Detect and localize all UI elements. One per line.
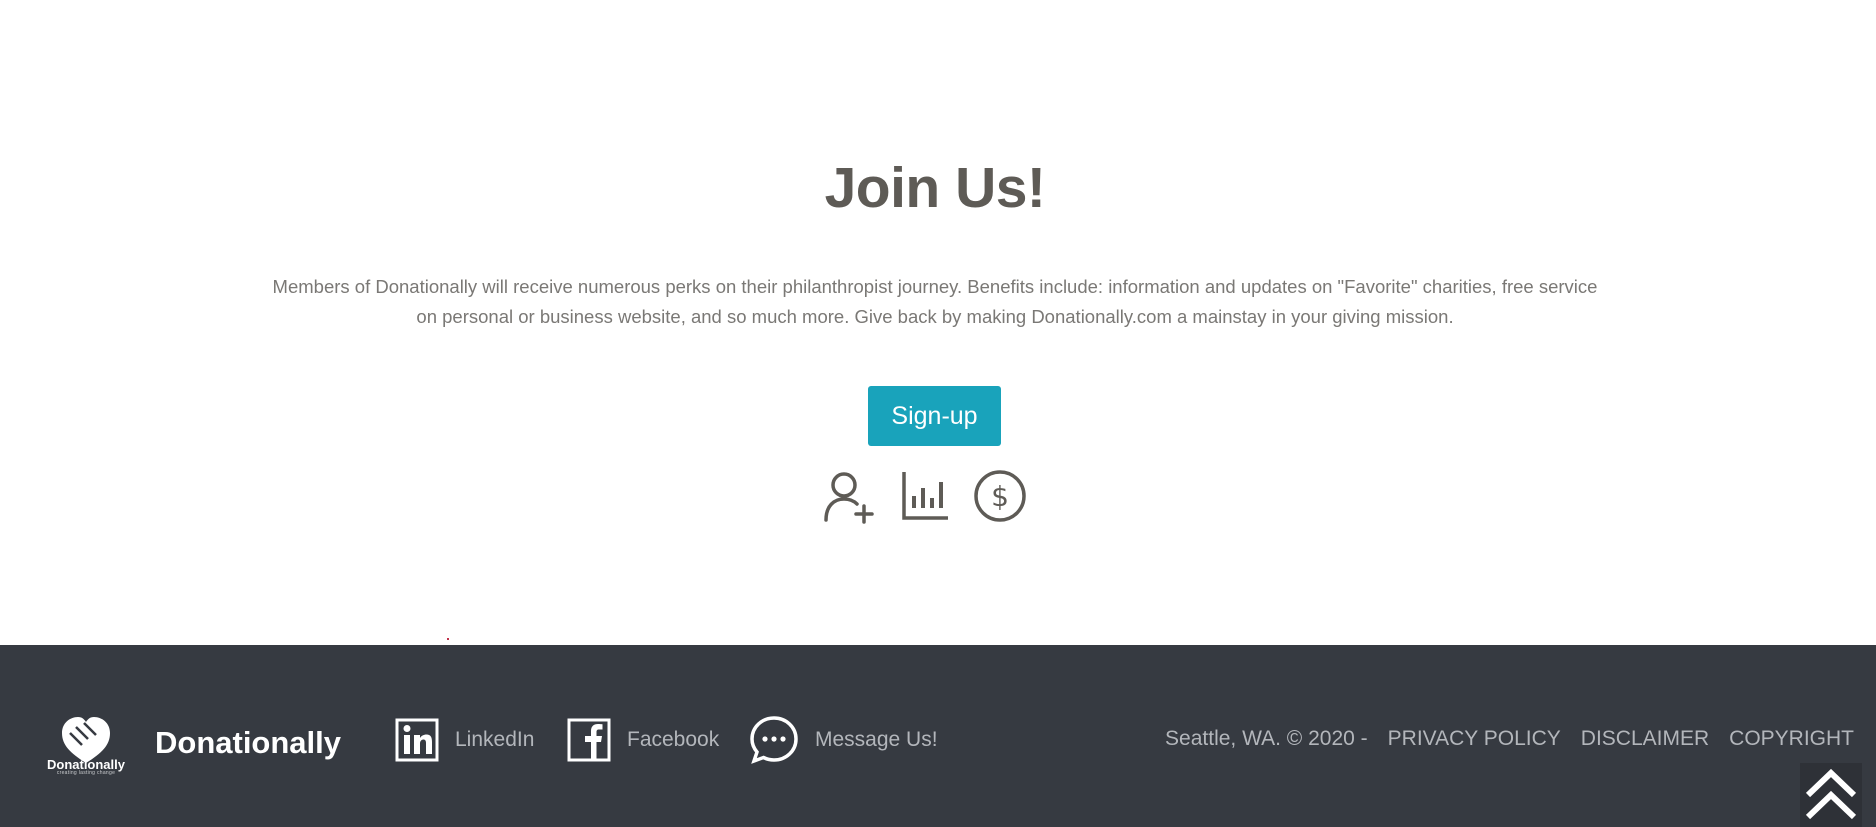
brand-name: Donationally — [155, 725, 342, 760]
feature-icons: $ — [822, 468, 1026, 524]
location-copyright: Seattle, WA. © 2020 - — [1165, 727, 1368, 750]
join-description: Members of Donationally will receive num… — [272, 276, 1598, 327]
bar-chart-icon — [902, 472, 948, 520]
copyright-link[interactable]: COPYRIGHT — [1729, 727, 1854, 751]
stray-dot — [447, 638, 449, 640]
linkedin-label: LinkedIn — [455, 728, 535, 751]
logo-tagline: creating lasting change — [56, 770, 116, 776]
message-us-label: Message Us! — [815, 728, 938, 751]
add-user-icon — [824, 472, 874, 524]
dollar-circle-icon: $ — [974, 470, 1026, 522]
facebook-link[interactable]: Facebook — [567, 717, 719, 763]
facebook-icon — [567, 718, 611, 762]
footer: Donationally creating lasting change Don… — [0, 645, 1876, 827]
privacy-policy-link[interactable]: PRIVACY POLICY — [1388, 727, 1561, 751]
disclaimer-link[interactable]: DISCLAIMER — [1581, 727, 1709, 751]
footer-legal: Seattle, WA. © 2020 - PRIVACY POLICY DIS… — [1165, 727, 1854, 751]
scroll-to-top-button[interactable] — [1800, 763, 1862, 827]
linkedin-link[interactable]: LinkedIn — [395, 717, 534, 763]
facebook-label: Facebook — [627, 728, 720, 751]
signup-button[interactable]: Sign-up — [868, 386, 1001, 446]
join-title: Join Us! — [824, 156, 1046, 220]
page: Join Us! Members of Donationally will re… — [0, 0, 1876, 827]
join-section: Join Us! Members of Donationally will re… — [0, 0, 1876, 645]
linkedin-icon — [395, 718, 439, 762]
double-chevron-up-icon — [1805, 768, 1857, 820]
chat-bubble-icon — [750, 716, 798, 764]
svg-text:$: $ — [991, 480, 1009, 513]
message-us-link[interactable]: Message Us! — [749, 716, 938, 764]
